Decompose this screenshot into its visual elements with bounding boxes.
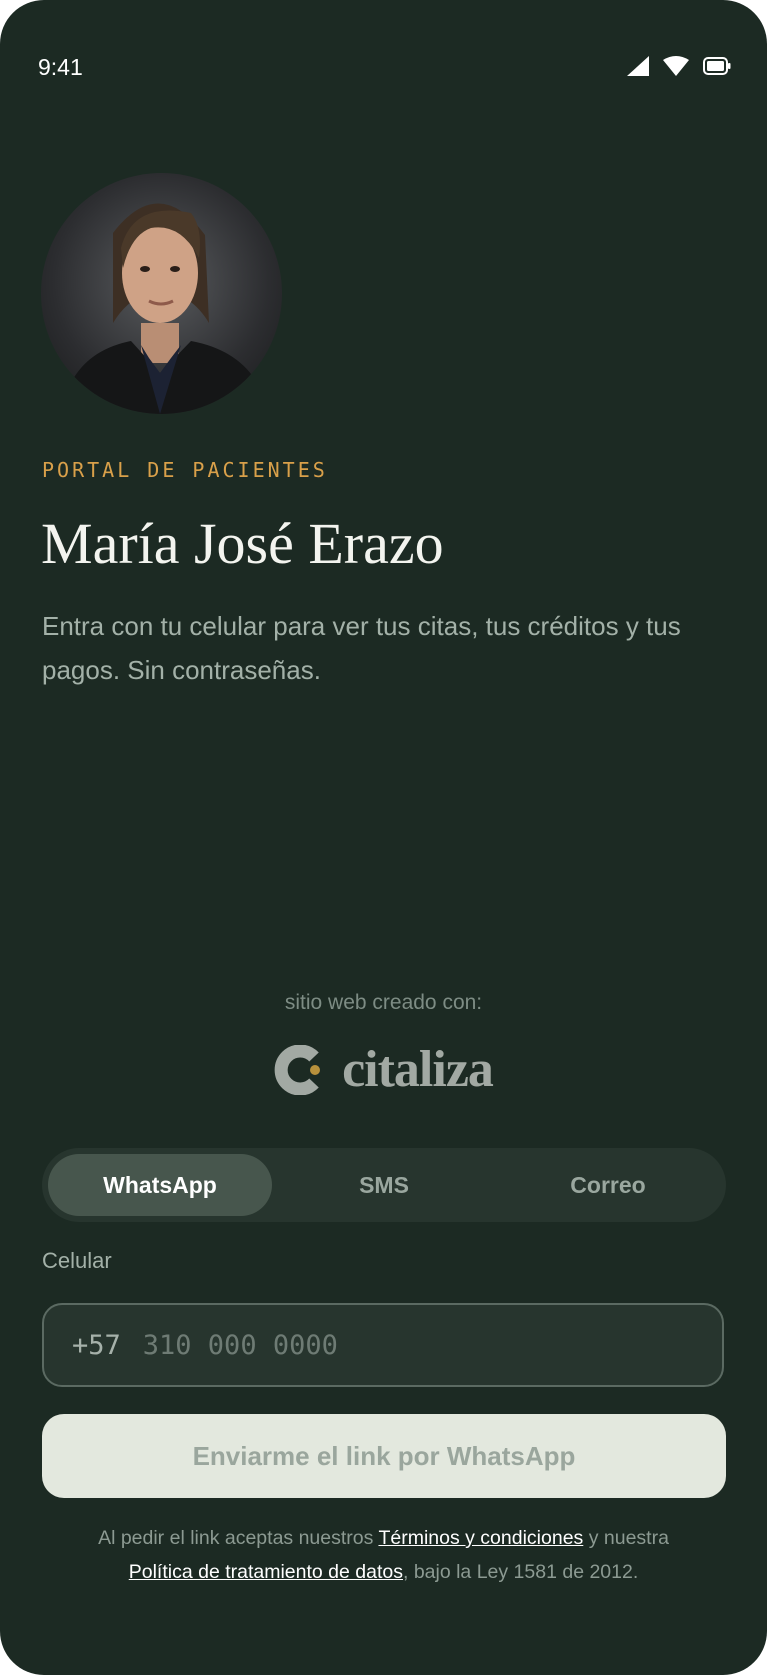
profile-photo [61, 203, 269, 414]
brand-name: citaliza [342, 1041, 494, 1098]
legal-text-3: , bajo la Ley 1581 de 2012. [402, 1561, 639, 1583]
page-title: María José Erazo [41, 511, 444, 576]
status-icons [627, 56, 731, 76]
phone-label: Celular [42, 1248, 112, 1273]
phone-field[interactable]: +57 [42, 1303, 724, 1387]
login-screen: 9:41 PORTAL DE PACIENTES María José Eraz… [0, 0, 767, 1675]
page-description: Entra con tu celular para ver tus citas,… [42, 611, 681, 685]
phone-input[interactable] [140, 1328, 722, 1362]
wifi-icon [663, 56, 689, 76]
citaliza-logo-icon [274, 1044, 321, 1095]
tab-sms[interactable]: SMS [272, 1154, 496, 1216]
privacy-link[interactable]: Política de tratamiento de datos [129, 1561, 403, 1583]
portal-eyebrow: PORTAL DE PACIENTES [42, 458, 328, 482]
tab-correo[interactable]: Correo [496, 1154, 720, 1216]
legal-text-2: y nuestra [583, 1527, 669, 1549]
avatar [41, 173, 282, 414]
legal-notice: Al pedir el link aceptas nuestros Términ… [40, 1521, 727, 1589]
channel-tabs: WhatsApp SMS Correo [42, 1148, 726, 1222]
battery-icon [703, 57, 731, 75]
credit-text: sitio web creado con: [284, 991, 483, 1014]
brand-logo[interactable]: citaliza [0, 1040, 767, 1099]
signal-icon [627, 56, 649, 76]
status-time: 9:41 [38, 54, 83, 80]
tab-whatsapp[interactable]: WhatsApp [48, 1154, 272, 1216]
legal-text-1: Al pedir el link aceptas nuestros [98, 1527, 379, 1549]
terms-link[interactable]: Términos y condiciones [378, 1527, 583, 1549]
country-code: +57 [72, 1329, 121, 1361]
send-link-button[interactable]: Enviarme el link por WhatsApp [42, 1414, 726, 1498]
